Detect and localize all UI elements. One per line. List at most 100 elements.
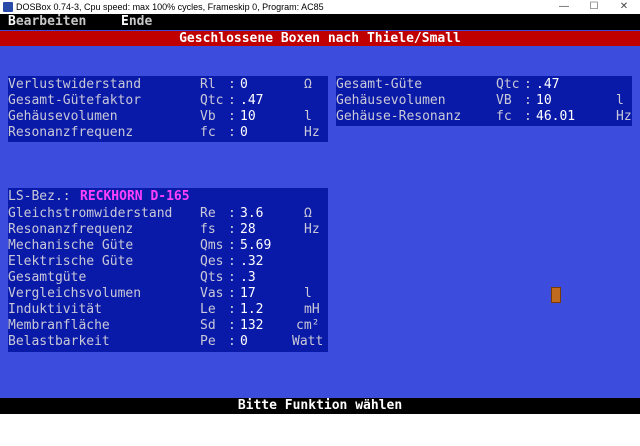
- status-text: Bitte Funktion wählen: [237, 398, 403, 413]
- param-value[interactable]: 17: [240, 286, 256, 302]
- minimize-button[interactable]: —: [555, 0, 573, 14]
- result-row-vb: Gehäusevolumen VB : 10 l: [336, 93, 624, 109]
- param-unit: Hz: [304, 222, 320, 237]
- param-symbol: Le: [200, 302, 216, 317]
- param-label: Elektrische Güte: [8, 254, 134, 269]
- param-row-fc[interactable]: Resonanzfrequenz fc : 0 Hz: [8, 125, 320, 141]
- param-row-qes[interactable]: Elektrische Güte Qes : .32: [8, 254, 263, 270]
- param-value[interactable]: 28: [240, 222, 256, 238]
- result-label: Gehäuse-Resonanz: [336, 109, 462, 124]
- param-label: Mechanische Güte: [8, 238, 134, 253]
- param-value[interactable]: 10: [240, 109, 256, 125]
- speaker-panel: LS-Bez.: RECKHORN D-165 Gleichstromwider…: [8, 188, 328, 352]
- param-sep: :: [228, 270, 236, 285]
- result-unit: Hz: [616, 109, 632, 124]
- status-bar: Bitte Funktion wählen: [0, 398, 640, 414]
- param-row-fs[interactable]: Resonanzfrequenz fs : 28 Hz: [8, 222, 320, 238]
- param-symbol: fs: [200, 222, 216, 237]
- result-sep: :: [524, 109, 532, 124]
- speaker-name-label: LS-Bez.:: [8, 189, 71, 204]
- param-label: Resonanzfrequenz: [8, 125, 134, 140]
- param-row-qms[interactable]: Mechanische Güte Qms : 5.69: [8, 238, 271, 254]
- result-row-fc: Gehäuse-Resonanz fc : 46.01 Hz: [336, 109, 632, 125]
- window-titlebar: DOSBox 0.74-3, Cpu speed: max 100% cycle…: [0, 0, 640, 15]
- param-value[interactable]: 0: [240, 77, 248, 93]
- param-value[interactable]: 1.2: [240, 302, 263, 318]
- menu-ende[interactable]: Ende: [121, 14, 152, 30]
- param-row-qtc[interactable]: Gesamt-Gütefaktor Qtc : .47: [8, 93, 263, 109]
- param-symbol: Qms: [200, 238, 224, 253]
- param-value[interactable]: .32: [240, 254, 263, 270]
- param-value[interactable]: 5.69: [240, 238, 271, 254]
- param-row-le[interactable]: Induktivität Le : 1.2 mH: [8, 302, 320, 318]
- param-row-vb[interactable]: Gehäusevolumen Vb : 10 l: [8, 109, 312, 125]
- speaker-name-row[interactable]: LS-Bez.: RECKHORN D-165: [8, 189, 190, 205]
- param-row-pe[interactable]: Belastbarkeit Pe : 0 Watt: [8, 334, 323, 350]
- param-sep: :: [228, 77, 236, 92]
- result-symbol: VB: [496, 93, 512, 108]
- param-unit: mH: [304, 302, 320, 317]
- param-symbol: fc: [200, 125, 216, 140]
- param-value[interactable]: 0: [240, 334, 248, 350]
- param-symbol: Vas: [200, 286, 224, 301]
- param-label: Resonanzfrequenz: [8, 222, 134, 237]
- mouse-cursor-block: [551, 287, 561, 303]
- param-unit: Watt: [292, 334, 324, 349]
- param-sep: :: [228, 318, 236, 333]
- param-sep: :: [228, 206, 236, 221]
- result-value: .47: [536, 77, 560, 92]
- param-symbol: Qtc: [200, 93, 224, 108]
- param-row-re[interactable]: Gleichstromwiderstand Re : 3.6 Ω: [8, 206, 312, 222]
- maximize-button[interactable]: ☐: [585, 0, 603, 14]
- param-unit: Ω: [304, 206, 312, 221]
- menu-bearbeiten[interactable]: Bearbeiten: [8, 14, 86, 30]
- dos-screen: Bearbeiten Ende Geschlossene Boxen nach …: [0, 14, 640, 414]
- param-value[interactable]: 0: [240, 125, 248, 141]
- param-unit: l: [304, 286, 312, 301]
- param-symbol: Sd: [200, 318, 216, 333]
- result-unit: l: [616, 93, 624, 108]
- dosbox-app-icon: [3, 2, 13, 12]
- param-row-vas[interactable]: Vergleichsvolumen Vas : 17 l: [8, 286, 312, 302]
- window-title: DOSBox 0.74-3, Cpu speed: max 100% cycle…: [16, 2, 324, 12]
- result-sep: :: [524, 93, 532, 108]
- param-unit: l: [304, 109, 312, 124]
- param-unit: cm²: [296, 318, 320, 333]
- param-value[interactable]: .47: [240, 93, 263, 109]
- param-symbol: Vb: [200, 109, 216, 124]
- param-label: Membranfläche: [8, 318, 110, 333]
- param-label: Gehäusevolumen: [8, 109, 118, 124]
- result-row-qtc: Gesamt-Güte Qtc : .47: [336, 77, 559, 93]
- param-row-qts[interactable]: Gesamtgüte Qts : .3: [8, 270, 256, 286]
- page-title: Geschlossene Boxen nach Thiele/Small: [0, 31, 640, 46]
- param-value[interactable]: 132: [240, 318, 263, 334]
- param-unit: Hz: [304, 125, 320, 140]
- param-row-rl[interactable]: Verlustwiderstand Rl : 0 Ω: [8, 77, 312, 93]
- param-sep: :: [228, 238, 236, 253]
- param-sep: :: [228, 254, 236, 269]
- param-symbol: Qes: [200, 254, 224, 269]
- param-value[interactable]: 3.6: [240, 206, 263, 222]
- result-panel: Gesamt-Güte Qtc : .47 Gehäusevolumen VB …: [336, 76, 632, 126]
- close-button[interactable]: ✕: [615, 0, 633, 14]
- param-label: Verlustwiderstand: [8, 77, 142, 92]
- param-sep: :: [228, 222, 236, 237]
- param-label: Induktivität: [8, 302, 102, 317]
- param-value[interactable]: .3: [240, 270, 256, 286]
- param-label: Gesamt-Gütefaktor: [8, 93, 142, 108]
- result-value: 46.01: [536, 109, 576, 124]
- param-label: Gesamtgüte: [8, 270, 87, 285]
- speaker-name-value[interactable]: RECKHORN D-165: [80, 189, 190, 205]
- result-symbol: fc: [496, 109, 512, 124]
- result-symbol: Qtc: [496, 77, 520, 92]
- param-sep: :: [228, 109, 236, 124]
- param-unit: Ω: [304, 77, 312, 92]
- param-sep: :: [228, 93, 236, 108]
- param-row-sd[interactable]: Membranfläche Sd : 132 cm²: [8, 318, 319, 334]
- param-sep: :: [228, 334, 236, 349]
- param-symbol: Pe: [200, 334, 216, 349]
- param-label: Belastbarkeit: [8, 334, 110, 349]
- param-sep: :: [228, 286, 236, 301]
- param-sep: :: [228, 125, 236, 140]
- param-symbol: Qts: [200, 270, 224, 285]
